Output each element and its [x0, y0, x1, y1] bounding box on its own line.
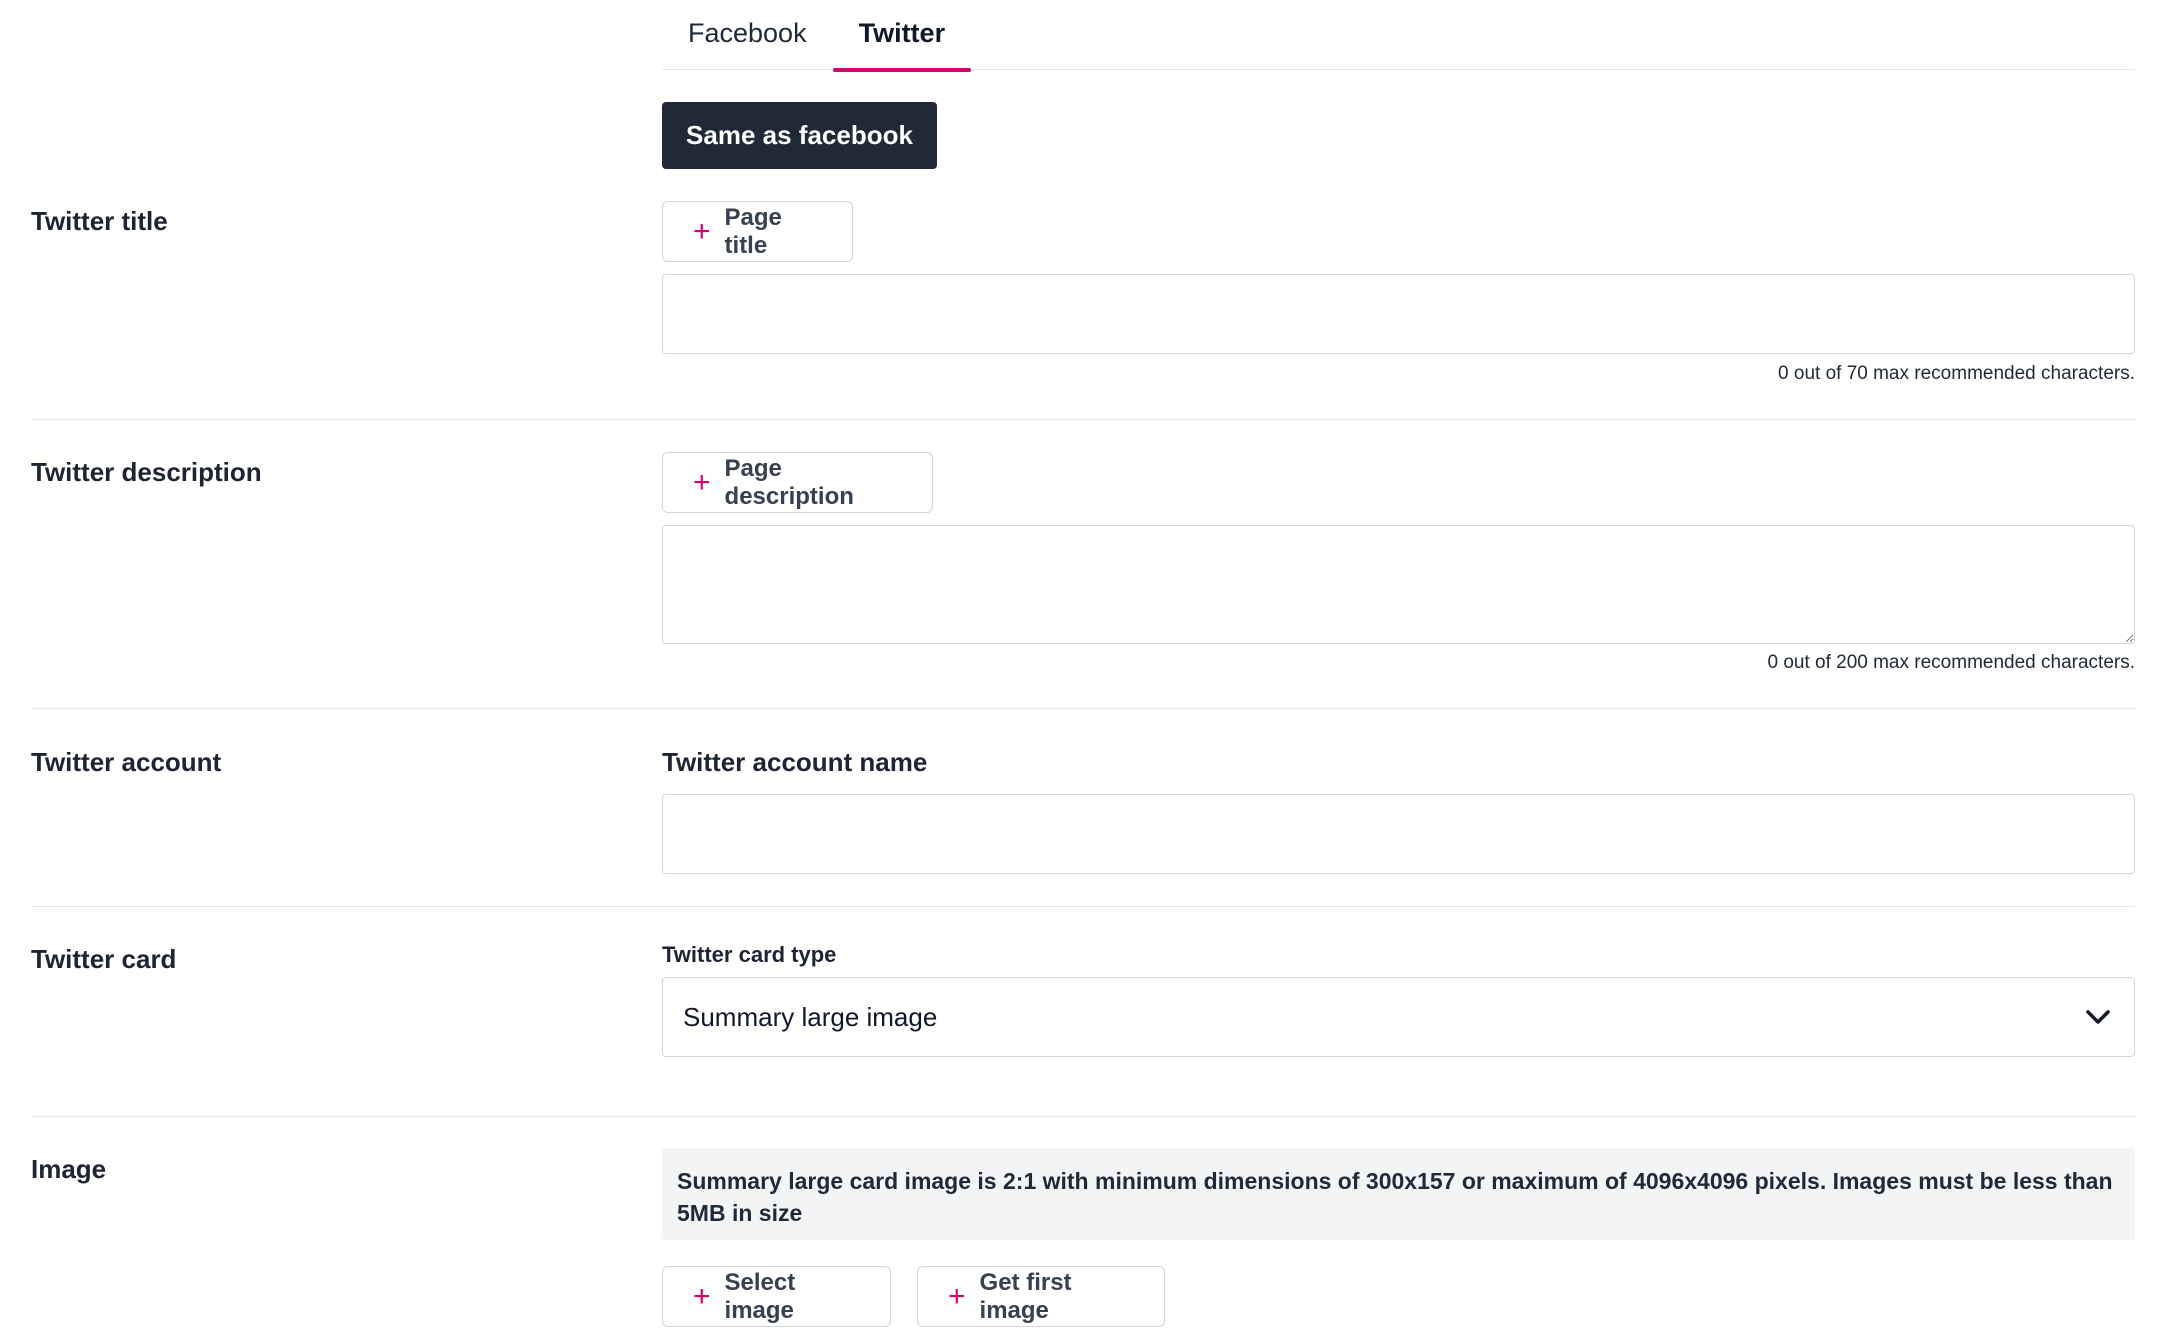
twitter-account-label: Twitter account	[31, 747, 222, 777]
insert-page-description-label: Page description	[724, 454, 854, 510]
twitter-card-type-value: Summary large image	[683, 1001, 938, 1032]
divider	[31, 708, 2135, 709]
plus-icon: +	[693, 1279, 711, 1313]
twitter-account-name-label: Twitter account name	[662, 747, 928, 777]
twitter-card-type-label: Twitter card type	[662, 942, 837, 967]
same-as-facebook-button[interactable]: Same as facebook	[662, 102, 937, 169]
get-first-image-label: Get first image	[979, 1268, 1072, 1324]
chevron-down-icon	[2086, 1010, 2110, 1024]
plus-icon: +	[693, 214, 711, 248]
select-image-label: Select image	[724, 1268, 796, 1324]
twitter-account-name-input[interactable]	[662, 794, 2135, 874]
divider	[31, 419, 2135, 420]
insert-page-title-label: Page title	[724, 203, 782, 259]
get-first-image-button[interactable]: + Get first image	[917, 1266, 1165, 1327]
insert-page-title-button[interactable]: + Page title	[662, 201, 853, 262]
divider	[31, 1116, 2135, 1117]
twitter-description-counter: 0 out of 200 max recommended characters.	[1767, 652, 2135, 673]
twitter-title-input[interactable]	[662, 274, 2135, 354]
twitter-description-label: Twitter description	[31, 457, 262, 487]
divider	[31, 906, 2135, 907]
image-info-notice: Summary large card image is 2:1 with min…	[662, 1148, 2135, 1240]
twitter-description-textarea[interactable]	[662, 525, 2135, 644]
twitter-title-counter: 0 out of 70 max recommended characters.	[1778, 363, 2135, 384]
twitter-card-type-select[interactable]: Summary large image	[662, 977, 2135, 1057]
tab-facebook[interactable]: Facebook	[662, 0, 833, 70]
select-image-button[interactable]: + Select image	[662, 1266, 891, 1327]
social-tabs: Facebook Twitter	[662, 0, 2135, 72]
plus-icon: +	[693, 465, 711, 499]
twitter-title-label: Twitter title	[31, 206, 168, 236]
image-label: Image	[31, 1154, 107, 1184]
tab-twitter[interactable]: Twitter	[832, 0, 972, 72]
insert-page-description-button[interactable]: + Page description	[662, 452, 933, 513]
plus-icon: +	[948, 1279, 966, 1313]
twitter-card-label: Twitter card	[31, 944, 177, 974]
